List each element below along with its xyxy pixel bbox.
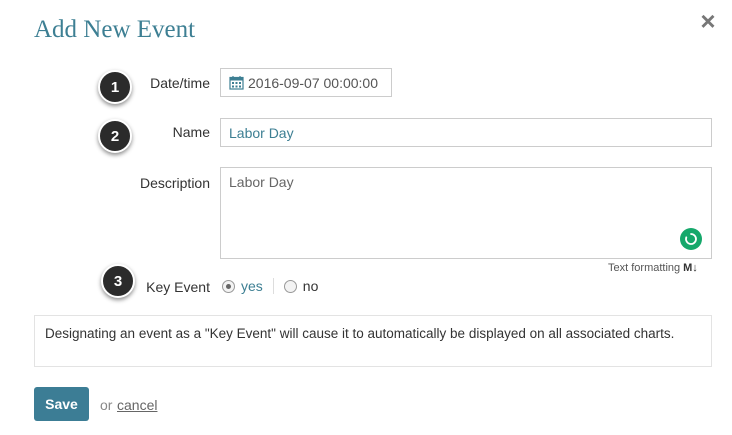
dialog-title: Add New Event <box>34 16 196 43</box>
description-label: Description <box>139 175 210 191</box>
key-event-yes-radio[interactable] <box>222 279 235 293</box>
key-event-yes-label[interactable]: yes <box>241 278 263 294</box>
calendar-icon[interactable] <box>229 75 244 90</box>
name-input[interactable] <box>220 118 712 147</box>
grammar-check-icon[interactable] <box>680 228 702 250</box>
key-event-no-radio[interactable] <box>283 279 297 293</box>
key-event-radio-group: yes no <box>222 278 318 294</box>
datetime-field[interactable]: 2016-09-07 00:00:00 <box>220 68 392 97</box>
close-icon[interactable]: × <box>697 8 719 34</box>
datetime-value: 2016-09-07 00:00:00 <box>248 74 378 91</box>
text-formatting-label: Text formatting <box>608 262 681 274</box>
save-button[interactable]: Save <box>34 387 89 421</box>
markdown-icon: M↓ <box>683 262 698 274</box>
cancel-link[interactable]: cancel <box>117 397 157 413</box>
key-event-label: Key Event <box>146 279 210 295</box>
description-textarea[interactable]: Labor Day <box>220 167 712 259</box>
name-label: Name <box>172 124 210 140</box>
text-formatting-link[interactable]: Text formatting M↓ <box>608 262 698 274</box>
key-event-info-box: Designating an event as a "Key Event" wi… <box>34 315 712 367</box>
key-event-no-label[interactable]: no <box>303 278 319 294</box>
datetime-label: Date/time <box>150 75 210 91</box>
radio-separator <box>272 278 274 294</box>
or-text: or <box>100 397 113 413</box>
